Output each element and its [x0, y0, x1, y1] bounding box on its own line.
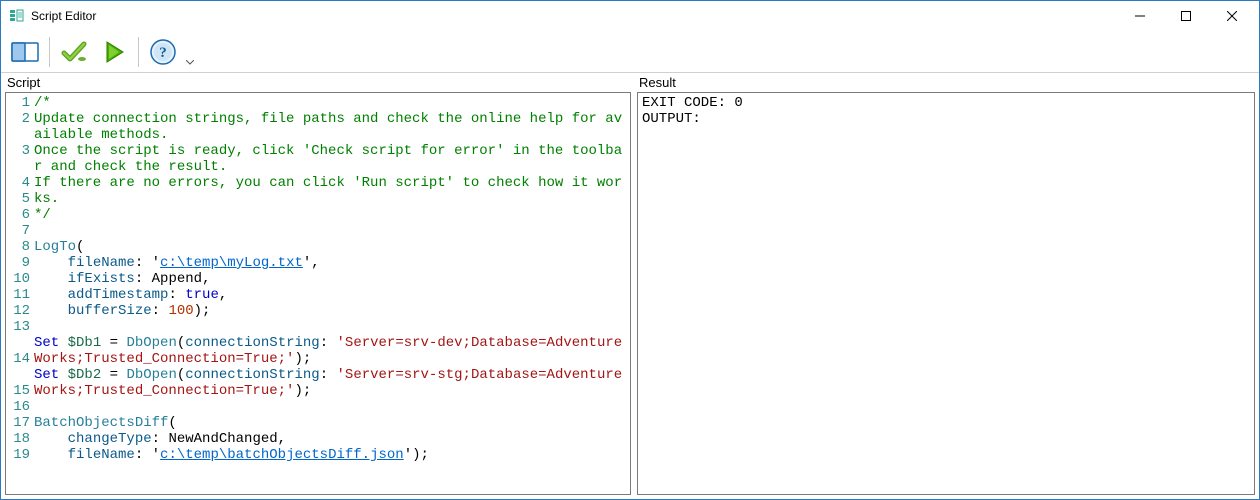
toolbar-separator — [138, 37, 139, 67]
app-icon — [9, 8, 25, 24]
code-line: bufferSize: 100); — [34, 303, 628, 319]
toolbar-overflow[interactable] — [185, 34, 195, 70]
help-icon: ? — [149, 38, 177, 66]
code-line — [34, 319, 628, 335]
exit-code-value: 0 — [734, 95, 742, 111]
code-line: Once the script is ready, click 'Check s… — [34, 143, 628, 175]
code-line: ifExists: Append, — [34, 271, 628, 287]
minimize-button[interactable] — [1117, 1, 1163, 31]
titlebar: Script Editor — [1, 1, 1259, 31]
result-panel: Result EXIT CODE: 0 OUTPUT: — [637, 73, 1255, 495]
help-button[interactable]: ? — [145, 34, 181, 70]
code-line: If there are no errors, you can click 'R… — [34, 175, 628, 207]
code-line: fileName: 'c:\temp\myLog.txt', — [34, 255, 628, 271]
script-panel-label: Script — [5, 73, 631, 92]
panels-icon — [10, 39, 40, 65]
exit-code-label: EXIT CODE: — [642, 95, 734, 111]
code-line: LogTo( — [34, 239, 628, 255]
script-panel: Script 12.3.45678910111213.14.1516171819… — [5, 73, 631, 495]
toolbar: ? — [1, 31, 1259, 73]
code-line: Set $Db1 = DbOpen(connectionString: 'Ser… — [34, 335, 628, 367]
code-line: fileName: 'c:\temp\batchObjectsDiff.json… — [34, 447, 628, 463]
svg-text:?: ? — [159, 45, 167, 61]
code-line: changeType: NewAndChanged, — [34, 431, 628, 447]
code-line — [34, 399, 628, 415]
maximize-button[interactable] — [1163, 1, 1209, 31]
code-line: /* — [34, 95, 628, 111]
output-label: OUTPUT: — [642, 111, 701, 127]
run-script-button[interactable] — [96, 34, 132, 70]
chevron-down-icon — [186, 60, 194, 66]
check-script-button[interactable] — [56, 34, 92, 70]
line-gutter: 12.3.45678910111213.14.1516171819 — [6, 93, 32, 481]
code-line: addTimestamp: true, — [34, 287, 628, 303]
code-line: */ — [34, 207, 628, 223]
check-icon — [60, 39, 88, 65]
code-line: Update connection strings, file paths an… — [34, 111, 628, 143]
toolbar-separator — [49, 37, 50, 67]
code-line: BatchObjectsDiff( — [34, 415, 628, 431]
code-line — [34, 463, 628, 479]
script-editor[interactable]: 12.3.45678910111213.14.1516171819 /*Upda… — [5, 92, 631, 495]
panels-button[interactable] — [7, 34, 43, 70]
window-title: Script Editor — [31, 9, 96, 23]
code-line — [34, 223, 628, 239]
play-icon — [101, 39, 127, 65]
code-content[interactable]: /*Update connection strings, file paths … — [32, 93, 630, 481]
result-panel-label: Result — [637, 73, 1255, 92]
code-line: Set $Db2 = DbOpen(connectionString: 'Ser… — [34, 367, 628, 399]
close-button[interactable] — [1209, 1, 1255, 31]
result-output[interactable]: EXIT CODE: 0 OUTPUT: — [637, 92, 1255, 495]
